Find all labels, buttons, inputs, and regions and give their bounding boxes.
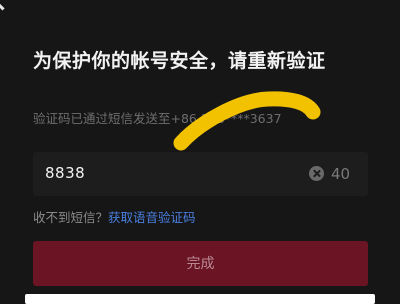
voice-code-link[interactable]: 获取语音验证码 bbox=[108, 210, 196, 225]
resend-countdown: 40 bbox=[331, 165, 351, 183]
done-button[interactable]: 完成 bbox=[33, 241, 368, 286]
clear-icon[interactable] bbox=[309, 166, 324, 181]
code-input-value[interactable]: 8838 bbox=[45, 164, 85, 182]
back-arrow-icon[interactable] bbox=[0, 0, 15, 11]
help-row: 收不到短信？获取语音验证码 bbox=[33, 207, 196, 226]
page-title: 为保护你的帐号安全，请重新验证 bbox=[33, 50, 326, 72]
no-sms-text: 收不到短信？ bbox=[33, 210, 109, 225]
verification-code-field[interactable]: 8838 40 bbox=[33, 152, 368, 196]
bottom-sheet-edge bbox=[25, 294, 375, 304]
sms-sent-notice: 验证码已通过短信发送至+86 188****3637 bbox=[33, 111, 282, 126]
